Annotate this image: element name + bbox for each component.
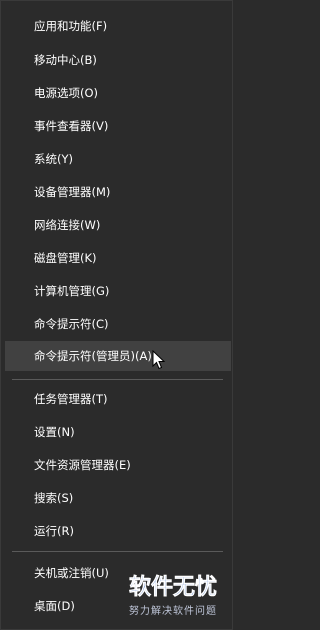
watermark-logo: 软件无忧: [129, 574, 218, 599]
menu-item-event-viewer[interactable]: 事件查看器(V): [5, 112, 231, 140]
winx-context-menu: 应用和功能(F) 移动中心(B) 电源选项(O) 事件查看器(V) 系统(Y) …: [0, 0, 233, 630]
menu-item-network-connections[interactable]: 网络连接(W): [5, 211, 231, 239]
menu-item-file-explorer[interactable]: 文件资源管理器(E): [5, 451, 231, 479]
menu-item-apps-features[interactable]: 应用和功能(F): [5, 12, 231, 40]
menu-item-command-prompt[interactable]: 命令提示符(C): [5, 310, 231, 338]
menu-item-system[interactable]: 系统(Y): [5, 145, 231, 173]
menu-item-command-prompt-admin[interactable]: 命令提示符(管理员)(A): [5, 341, 231, 371]
menu-item-run[interactable]: 运行(R): [5, 517, 231, 545]
menu-separator: [12, 379, 223, 380]
menu-item-task-manager[interactable]: 任务管理器(T): [5, 385, 231, 413]
menu-item-power-options[interactable]: 电源选项(O): [5, 79, 231, 107]
watermark-subtitle: 努力解决软件问题: [129, 606, 217, 617]
menu-item-disk-management[interactable]: 磁盘管理(K): [5, 244, 231, 272]
mouse-cursor-icon: [152, 350, 166, 370]
menu-separator: [12, 551, 223, 552]
watermark-logo-text: 软件无忧: [129, 574, 217, 599]
menu-item-search[interactable]: 搜索(S): [5, 484, 231, 512]
menu-item-computer-management[interactable]: 计算机管理(G): [5, 277, 231, 305]
menu-item-device-manager[interactable]: 设备管理器(M): [5, 178, 231, 206]
menu-item-settings[interactable]: 设置(N): [5, 418, 231, 446]
menu-item-mobility-center[interactable]: 移动中心(B): [5, 46, 231, 74]
watermark: 软件无忧 努力解决软件问题: [123, 571, 223, 621]
